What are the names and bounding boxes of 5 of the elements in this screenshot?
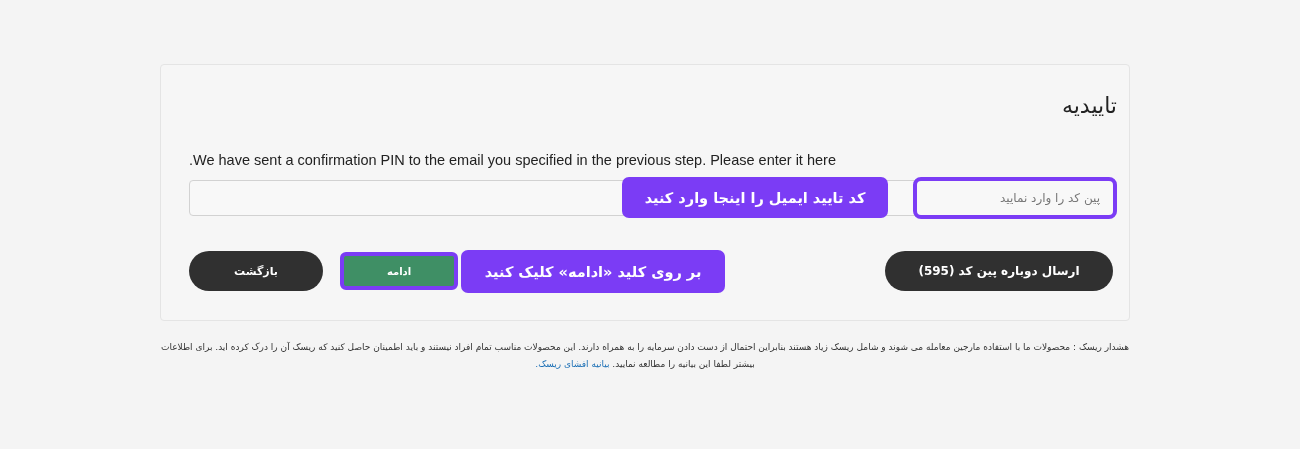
instruction-text: .We have sent a confirmation PIN to the email you specified in the previous step. Please enter it here <box>189 152 837 168</box>
page-title: تاییدیه <box>1060 93 1117 118</box>
risk-warning-text: هشدار ریسک : محصولات ما با استفاده مارجین معامله می شوند و شامل ریسک زیاد هستند بنابراین احتمال از دست دادن سرمایه را به همراه دارند. این محصولات مناسب تمام افراد نیستند و باید اطمینان حاصل کنید که ریسک آن را درک کرده اید. برای اطلاعات بیشتر لطفا این بیانیه را مطالعه نمایید. بیانیه افشای ریسک. <box>160 341 1130 371</box>
instruction-tooltip: کد تایید ایمیل را اینجا وارد کنید <box>622 177 888 218</box>
instruction-tooltip: بر روی کلید «ادامه» کلیک کنید <box>461 250 725 293</box>
